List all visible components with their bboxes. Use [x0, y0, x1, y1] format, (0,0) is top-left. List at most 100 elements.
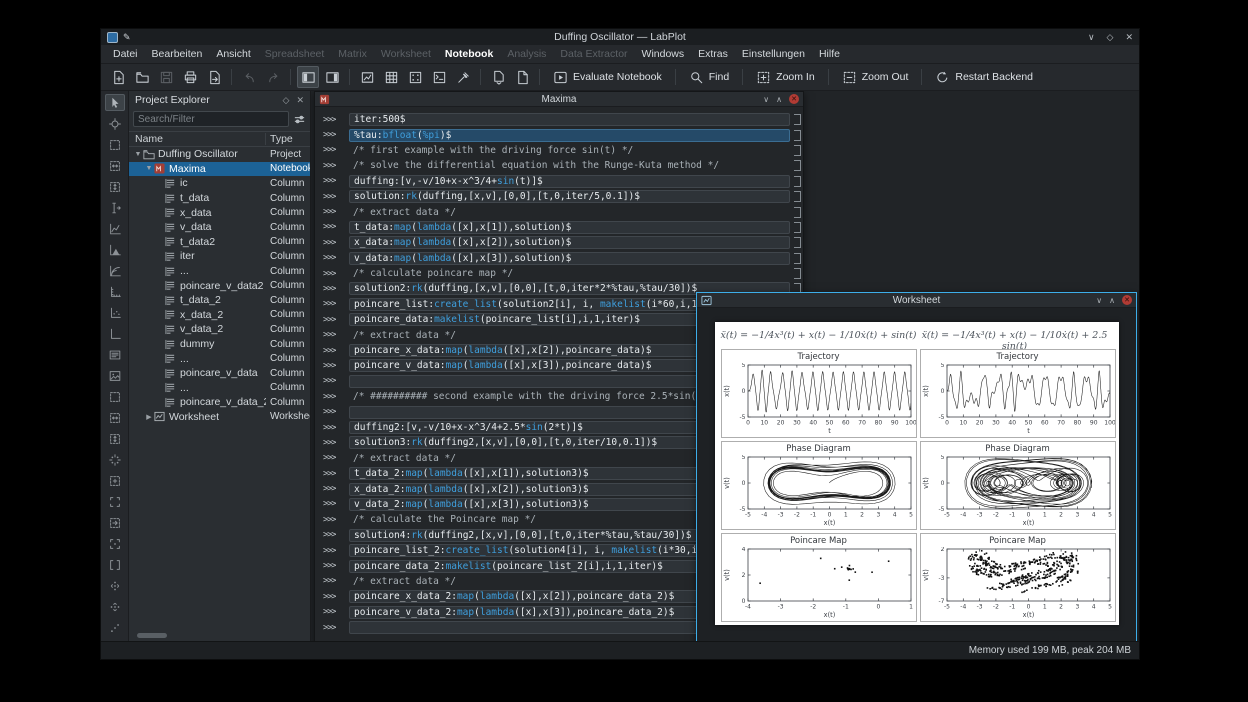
auto-scale-icon[interactable] — [105, 451, 125, 468]
plot-phase-diagram-1[interactable]: Phase Diagram -5 -4 -3 -2 -1 0 1 2 3 4 5 -5 0 5 x(t) v(t… — [720, 441, 917, 530]
crosshair-icon[interactable] — [105, 115, 125, 132]
fold-marker[interactable] — [794, 144, 801, 156]
import-file-button[interactable] — [511, 66, 533, 88]
zoom-out-y-icon[interactable] — [105, 598, 125, 615]
fold-marker[interactable] — [794, 191, 801, 203]
maxima-line-5[interactable]: >>> duffing:[v,-v/10+x-x^3/4+ sin (t)]$ — [323, 174, 801, 189]
collapse-icon[interactable]: ▼ — [144, 165, 154, 172]
zoom-in-button[interactable]: Zoom In — [749, 67, 822, 88]
code-field[interactable]: iter:500$ — [349, 113, 790, 127]
maximize-icon[interactable]: ∧ — [1109, 296, 1115, 305]
column-header-name[interactable]: Name — [129, 133, 266, 145]
add-histogram-icon[interactable] — [105, 241, 125, 258]
pin-icon[interactable]: ✎ — [123, 32, 131, 43]
fold-marker[interactable] — [794, 114, 801, 126]
data-extractor-button[interactable] — [452, 66, 474, 88]
menu-ansicht[interactable]: Ansicht — [210, 46, 256, 62]
tree-row-worksheet[interactable]: ▶ Worksheet Worksheet — [129, 410, 310, 425]
print-button[interactable] — [179, 66, 201, 88]
add-axis-icon[interactable] — [105, 283, 125, 300]
fold-marker[interactable] — [794, 221, 801, 233]
tree-row-v_data[interactable]: v_data Column — [129, 220, 310, 235]
add-fit-icon[interactable] — [105, 262, 125, 279]
shift-down-icon[interactable] — [105, 556, 125, 573]
menu-notebook[interactable]: Notebook — [439, 46, 499, 62]
comment-text[interactable]: /* solve the differential equation with … — [349, 159, 790, 172]
add-legend-icon[interactable] — [105, 346, 125, 363]
worksheet-subwindow[interactable]: Worksheet ∨ ∧ ✕ ẍ(t) = −1/4x³(t) + x(t) … — [696, 292, 1137, 641]
new-notebook-button[interactable] — [428, 66, 450, 88]
menu-windows[interactable]: Windows — [636, 46, 691, 62]
column-header-type[interactable]: Type — [266, 133, 310, 145]
zoom-in-y-icon[interactable] — [105, 577, 125, 594]
search-input[interactable] — [133, 111, 289, 127]
menu-einstellungen[interactable]: Einstellungen — [736, 46, 811, 62]
maxima-line-2[interactable]: >>> %tau: bfloat(%pi)$ — [323, 127, 801, 142]
tree-row-[interactable]: ... Column — [129, 264, 310, 279]
shift-left-icon[interactable] — [105, 493, 125, 510]
fold-marker[interactable] — [794, 175, 801, 187]
fold-marker[interactable] — [794, 252, 801, 264]
tree-row-[interactable]: ... Column — [129, 381, 310, 396]
code-field[interactable]: x_data: map(lambda ([x],x[2]),solution)$ — [349, 236, 790, 250]
fold-marker[interactable] — [794, 129, 801, 141]
code-field[interactable]: %tau: bfloat(%pi)$ — [349, 128, 790, 142]
zoom-fit-region-icon[interactable] — [105, 409, 125, 426]
plot-poincare-map-2[interactable]: Poincare Map -5 -4 -3 -2 -1 0 1 2 3 4 5 2 -3 -7 x(t) v(t… — [919, 533, 1116, 622]
close-icon[interactable]: ✕ — [1125, 32, 1133, 43]
maxima-line-10[interactable]: >>> v_data: map(lambda ([x],x[3]),solution)… — [323, 251, 801, 266]
add-curve-icon[interactable] — [105, 220, 125, 237]
tree-row-duffingoscillator[interactable]: ▼ Duffing Oscillator Project — [129, 147, 310, 162]
zoom-out-button[interactable]: Zoom Out — [835, 67, 916, 88]
maximize-icon[interactable]: ∧ — [776, 95, 782, 104]
dock-close-icon[interactable]: ✕ — [296, 95, 304, 106]
code-field[interactable]: solution: rk (duffing,[x,v],[0,0],[t,0,ite… — [349, 190, 790, 204]
tree-row-[interactable]: ... Column — [129, 351, 310, 366]
close-icon[interactable]: ✕ — [789, 94, 799, 104]
zoom-out-region-icon[interactable] — [105, 430, 125, 447]
toggle-properties-button[interactable] — [321, 66, 343, 88]
maxima-line-8[interactable]: >>> t_data: map(lambda ([x],x[1]),solution)… — [323, 220, 801, 235]
tree-row-poincare_v_data_2[interactable]: poincare_v_data_2 Column — [129, 395, 310, 410]
maxima-line-7[interactable]: >>> /* extract data */ — [323, 204, 801, 219]
maxima-line-3[interactable]: >>> /* first example with the driving for… — [323, 143, 801, 158]
minimize-icon[interactable]: ∨ — [763, 95, 769, 104]
minimize-icon[interactable]: ∨ — [1088, 32, 1095, 43]
zoom-select-icon[interactable] — [105, 136, 125, 153]
new-file-dropdown-button[interactable] — [487, 66, 509, 88]
add-axis-ticks-icon[interactable] — [105, 304, 125, 321]
comment-text[interactable]: /* calculate poincare map */ — [349, 267, 790, 280]
print-preview-button[interactable] — [203, 66, 225, 88]
new-project-button[interactable] — [107, 66, 129, 88]
maxima-line-1[interactable]: >>> iter:500$ — [323, 112, 801, 127]
new-worksheet-button[interactable] — [356, 66, 378, 88]
evaluate-notebook-button[interactable]: Evaluate Notebook — [546, 67, 669, 88]
comment-text[interactable]: /* first example with the driving force … — [349, 144, 790, 157]
close-icon[interactable]: ✕ — [1122, 295, 1132, 305]
comment-text[interactable]: /* extract data */ — [349, 206, 790, 219]
tree-row-x_data[interactable]: x_data Column — [129, 205, 310, 220]
tree-row-t_data_2[interactable]: t_data_2 Column — [129, 293, 310, 308]
minimize-icon[interactable]: ∨ — [1096, 296, 1102, 305]
menu-extras[interactable]: Extras — [692, 46, 734, 62]
plot-poincare-map-1[interactable]: Poincare Map -4 -3 -2 -1 0 1 0 2 4 x(t) v(t) — [720, 533, 917, 622]
maxima-titlebar[interactable]: Maxima ∨ ∧ ✕ — [315, 92, 803, 107]
tree-row-maxima[interactable]: ▼ Maxima Notebook — [129, 161, 310, 177]
tree-row-v_data_2[interactable]: v_data_2 Column — [129, 322, 310, 337]
plot-trajectory-1[interactable]: Trajectory 0 10 20 30 40 50 60 70 80 90 100 -5 0 5 t x(t… — [720, 349, 917, 438]
plot-phase-diagram-2[interactable]: Phase Diagram -5 -4 -3 -2 -1 0 1 2 3 4 5 -5 0 5 x(t) v(t… — [919, 441, 1116, 530]
maxima-line-9[interactable]: >>> x_data: map(lambda ([x],x[2]),solution)… — [323, 235, 801, 250]
find-button[interactable]: Find — [682, 67, 736, 88]
tree-row-poincare_v_data[interactable]: poincare_v_data Column — [129, 366, 310, 381]
horizontal-scrollbar[interactable] — [137, 633, 167, 638]
insert-text-icon[interactable] — [105, 199, 125, 216]
maximize-icon[interactable]: ◇ — [1107, 32, 1114, 43]
plot-trajectory-2[interactable]: Trajectory 0 10 20 30 40 50 60 70 80 90 100 -5 0 5 t x(t… — [919, 349, 1116, 438]
filter-options-icon[interactable] — [293, 113, 306, 126]
menu-hilfe[interactable]: Hilfe — [813, 46, 846, 62]
fold-marker[interactable] — [794, 206, 801, 218]
maxima-line-6[interactable]: >>> solution: rk (duffing,[x,v],[0,0],[t,0,… — [323, 189, 801, 204]
tree-row-t_data2[interactable]: t_data2 Column — [129, 235, 310, 250]
expand-icon[interactable]: ▶ — [144, 413, 154, 421]
add-image-icon[interactable] — [105, 367, 125, 384]
